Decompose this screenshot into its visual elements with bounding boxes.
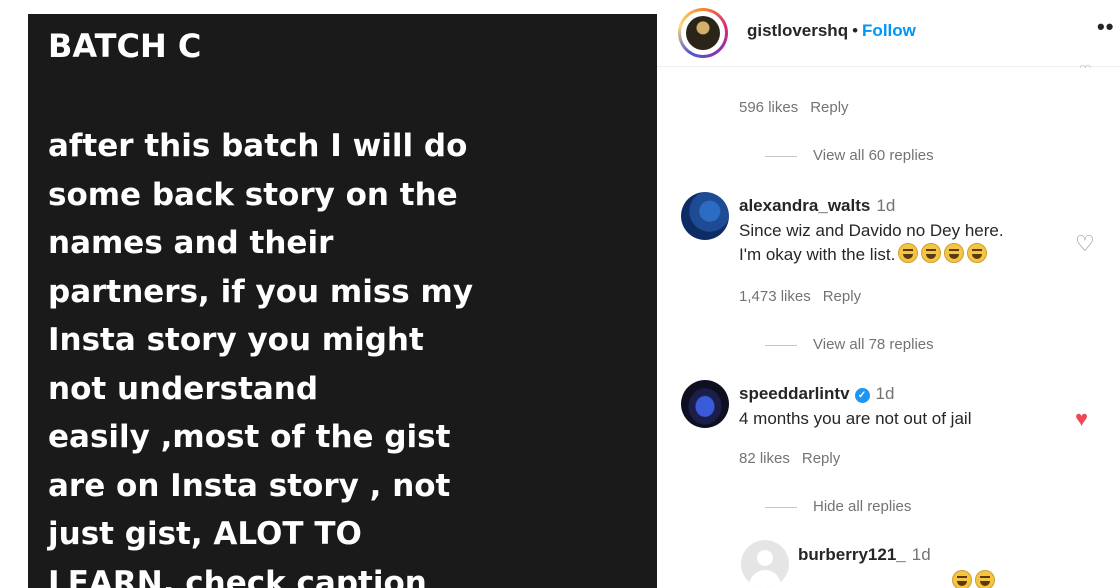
comment-username[interactable]: alexandra_walts <box>739 196 870 215</box>
hide-replies-button[interactable]: Hide all replies <box>765 498 911 515</box>
avatar[interactable] <box>741 540 789 588</box>
post-image: BATCH C after this batch I will do some … <box>0 0 657 588</box>
reply-button[interactable]: Reply <box>802 450 840 467</box>
replies-divider <box>765 344 797 346</box>
more-options-icon[interactable]: •• <box>1097 14 1114 40</box>
reply-button[interactable]: Reply <box>810 99 848 116</box>
comment-username[interactable]: burberry121_ <box>798 545 906 564</box>
comment-text-line: Since wiz and Davido no Dey here. <box>739 221 1004 240</box>
post-image-title: BATCH C <box>48 27 202 65</box>
separator-dot: • <box>852 21 859 40</box>
reply-button[interactable]: Reply <box>823 288 861 305</box>
comment-text <box>949 570 995 588</box>
like-count[interactable]: 596 likes <box>739 99 798 116</box>
comments-panel: gistlovershq•Follow •• ♡ 596 likesReply … <box>657 0 1120 588</box>
replies-divider <box>765 155 797 157</box>
comment-text: 4 months you are not out of jail <box>739 409 972 428</box>
comment-author-row: speeddarlintv ✓ 1d <box>739 384 894 404</box>
verified-badge-icon: ✓ <box>854 388 870 403</box>
comment-text-line: I'm okay with the list. <box>739 245 896 264</box>
comment-meta: 1,473 likes Reply <box>739 288 861 305</box>
laughing-emoji-icon <box>952 570 972 588</box>
comment-text-line-2: I'm okay with the list. <box>739 243 1004 267</box>
avatar-ring-inner <box>681 11 725 55</box>
like-count[interactable]: 1,473 likes <box>739 288 811 305</box>
avatar-image <box>686 16 720 50</box>
replies-divider <box>765 506 797 508</box>
comment-meta: 82 likes Reply <box>739 450 840 467</box>
hide-replies-label: Hide all replies <box>813 498 912 515</box>
laughing-emoji-icon <box>921 243 942 263</box>
view-replies-button[interactable]: View all 60 replies <box>765 147 934 164</box>
heart-icon[interactable]: ♡ <box>1079 62 1095 68</box>
view-replies-button[interactable]: View all 78 replies <box>765 336 934 353</box>
account-username[interactable]: gistlovershq <box>747 21 848 40</box>
comment-author-row: burberry121_ 1d <box>798 545 931 565</box>
avatar[interactable] <box>681 380 729 428</box>
comment-time: 1d <box>876 196 896 215</box>
view-replies-label: View all 78 replies <box>813 336 934 353</box>
comment-time: 1d <box>875 384 895 403</box>
laughing-emoji-icon <box>898 243 919 263</box>
post-image-canvas: BATCH C after this batch I will do some … <box>28 14 657 588</box>
comment-time: 1d <box>911 545 931 564</box>
laughing-emoji-icon <box>975 570 995 588</box>
comment-text: Since wiz and Davido no Dey here. I'm ok… <box>739 219 1004 267</box>
heart-filled-icon[interactable]: ♥ <box>1075 408 1088 430</box>
avatar[interactable] <box>681 192 729 240</box>
default-avatar-head <box>757 550 773 566</box>
post-image-text: after this batch I will do some back sto… <box>48 128 474 588</box>
post-header: gistlovershq • Follow •• <box>657 0 1120 67</box>
laughing-emoji-icon <box>967 243 988 263</box>
like-count[interactable]: 82 likes <box>739 450 790 467</box>
comment-username[interactable]: speeddarlintv <box>739 384 850 403</box>
view-replies-label: View all 60 replies <box>813 147 934 164</box>
comment-meta: 596 likes Reply <box>739 99 849 116</box>
laughing-emoji-icon <box>944 243 965 263</box>
follow-button[interactable]: Follow <box>862 21 916 40</box>
heart-icon[interactable]: ♡ <box>1075 233 1095 255</box>
comment-author-row: alexandra_walts 1d <box>739 196 895 216</box>
account-avatar[interactable] <box>678 8 728 58</box>
account-username-row: gistlovershq • Follow <box>747 21 916 41</box>
default-avatar-body <box>749 570 781 588</box>
